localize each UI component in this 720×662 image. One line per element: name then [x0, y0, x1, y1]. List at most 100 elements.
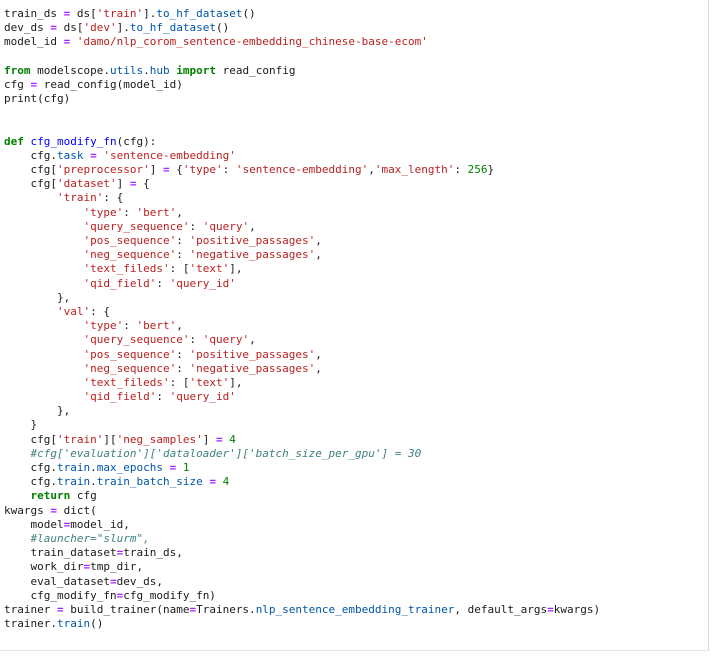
code-number: 4 [222, 475, 230, 489]
code-attribute: nlp_sentence_embedding_trainer [255, 602, 455, 616]
code-string: 'query_sequence' [83, 333, 190, 347]
code-string: 'type' [83, 205, 124, 219]
code-text: : [156, 276, 170, 290]
code-string: 'qid_field' [83, 276, 157, 290]
code-text: : [454, 163, 468, 177]
code-text: : [123, 205, 137, 219]
code-text: Trainers. [196, 602, 256, 616]
code-line: cfg = read_config(model_id) [4, 78, 720, 92]
code-text: : [189, 219, 203, 233]
code-line: 'val': { [4, 305, 720, 319]
code-string: 'type' [83, 319, 124, 333]
code-text: ] [149, 163, 163, 177]
code-text: read_config [215, 63, 296, 77]
code-line: #cfg['evaluation']['dataloader']['batch_… [4, 447, 720, 461]
code-text: ], [229, 375, 243, 389]
code-attribute: to_hf_dataset [156, 7, 243, 20]
code-string: 'sentence-embedding' [103, 148, 236, 162]
code-text: cfg [70, 489, 97, 503]
code-keyword: return [30, 489, 71, 503]
code-text: train_dataset [4, 546, 117, 560]
code-line: eval_dataset=dev_ds, [4, 575, 720, 589]
code-text: ], [229, 262, 243, 276]
code-text: , default_args [454, 602, 548, 616]
code-text: modelscope. [30, 63, 110, 77]
code-line: cfg.task = 'sentence-embedding' [4, 149, 720, 163]
code-attribute: to_hf_dataset [129, 21, 216, 35]
code-line: 'pos_sequence': 'positive_passages', [4, 348, 720, 362]
code-text: { [136, 177, 150, 191]
code-string: 'qid_field' [83, 390, 157, 404]
code-string: 'bert' [136, 205, 177, 219]
code-number: 4 [229, 432, 236, 446]
code-operator: = [90, 148, 97, 162]
code-text: , [176, 205, 183, 219]
code-string: 'bert' [136, 319, 177, 333]
code-text: model [4, 517, 64, 531]
code-text: kwargs) [553, 602, 601, 616]
code-line: cfg['train']['neg_samples'] = 4 [4, 433, 720, 447]
code-text: () [90, 617, 104, 631]
code-text: model_id, [70, 517, 130, 531]
code-attribute: train [56, 461, 91, 474]
code-operator: = [50, 503, 57, 517]
code-string: 'train' [56, 432, 104, 446]
code-text: : { [103, 191, 124, 205]
code-text: cfg. [4, 148, 57, 162]
code-text: work_dir [4, 560, 84, 574]
code-line: 'neg_sequence': 'negative_passages', [4, 248, 720, 262]
code-operator: = [215, 432, 223, 446]
code-text: }, [4, 404, 71, 418]
code-line: 'qid_field': 'query_id' [4, 277, 720, 291]
code-text: train_ds [4, 7, 64, 20]
code-string: 'query_id' [169, 390, 236, 404]
code-cell[interactable]: train_ds = ds['train'].to_hf_dataset() de… [0, 0, 720, 662]
code-line: #launcher="slurm", [4, 532, 720, 546]
code-line: 'type': 'bert', [4, 206, 720, 220]
code-line: cfg.train.train_batch_size = 4 [4, 475, 720, 489]
code-text: cfg. [4, 475, 57, 489]
code-text: dict( [56, 503, 97, 517]
code-text: : [176, 248, 190, 262]
code-text: , [315, 347, 322, 361]
code-string: 'query' [202, 333, 250, 347]
code-text: cfg. [4, 461, 57, 474]
code-text: : [ [169, 375, 190, 389]
code-text: , [315, 234, 322, 247]
code-line: 'query_sequence': 'query', [4, 220, 720, 234]
code-operator: = [56, 602, 64, 616]
code-line: return cfg [4, 489, 720, 503]
code-text: cfg_modify_fn [4, 588, 117, 602]
code-text: trainer [4, 602, 57, 616]
code-editor[interactable]: train_ds = ds['train'].to_hf_dataset() de… [4, 7, 720, 631]
code-text: : [176, 361, 190, 375]
code-string: 'negative_passages' [189, 248, 316, 262]
code-text: cfg [4, 77, 31, 91]
code-operator: = [162, 163, 170, 177]
code-attribute: train [56, 475, 91, 489]
code-string: 'pos_sequence' [83, 234, 177, 247]
code-text: : [189, 333, 203, 347]
code-number: 256 [467, 163, 488, 177]
code-text: }, [4, 290, 71, 304]
code-text: ] [202, 432, 216, 446]
code-number: 1 [182, 461, 190, 474]
code-text: , [315, 248, 322, 262]
code-attribute: train_batch_size [96, 475, 203, 489]
code-text: ds[ [70, 7, 97, 20]
code-attribute: train [56, 617, 91, 631]
code-line: 'neg_sequence': 'negative_passages', [4, 362, 720, 376]
code-string: 'train' [56, 191, 104, 205]
code-string: 'negative_passages' [189, 361, 316, 375]
